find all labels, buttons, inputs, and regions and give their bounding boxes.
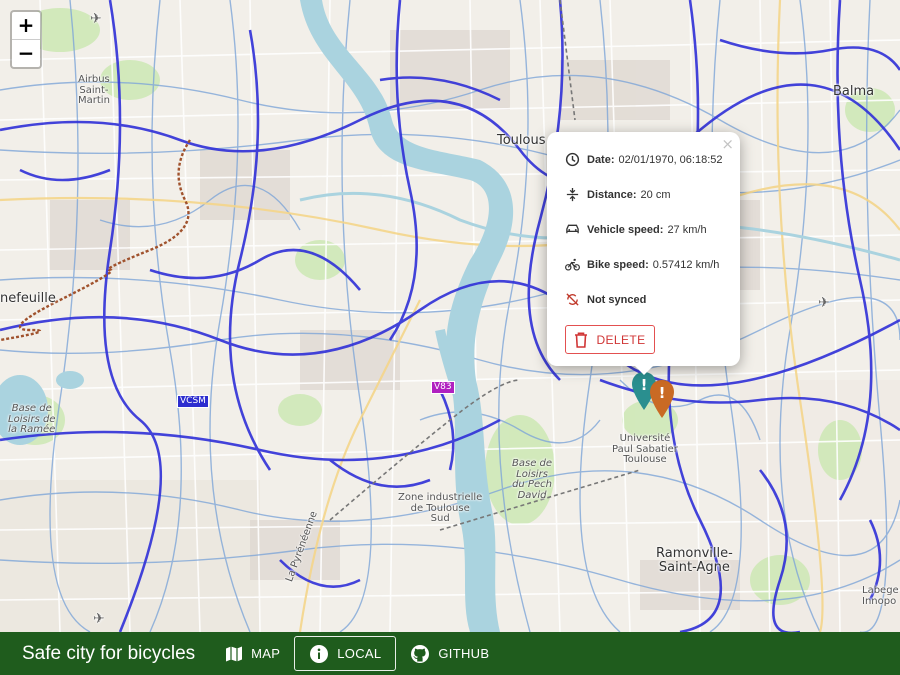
delete-button[interactable]: DELETE (565, 325, 655, 354)
event-popup: × Date: 02/01/1970, 06:18:52 Distance: 2… (547, 132, 740, 375)
vehicle-speed-row: Vehicle speed: 27 km/h (565, 222, 707, 237)
shield-v83: V83 (431, 381, 455, 394)
nav-github-label: GITHUB (438, 646, 490, 661)
delete-label: DELETE (596, 332, 646, 347)
marker-orange-glyph: ! (659, 384, 666, 402)
zoom-in-button[interactable]: + (12, 12, 40, 39)
label-tournefeuille: nefeuille (0, 291, 56, 306)
label-base-ramee: Base de Loisirs de la Ramée (8, 403, 56, 435)
label-balma: Balma (833, 84, 875, 99)
nav-map-button[interactable]: MAP (217, 637, 288, 670)
trash-icon (575, 332, 588, 348)
label-ramonville: Ramonville- Saint-Agne (656, 546, 733, 575)
sync-disabled-icon (566, 293, 579, 306)
vehicle-speed-label: Vehicle speed: (587, 223, 664, 236)
map-view[interactable]: Toulous Balma Airbus Saint- Martin nefeu… (0, 0, 900, 632)
distance-value: 20 cm (640, 188, 671, 201)
marker-teal-glyph: ! (641, 376, 648, 394)
popup-close-button[interactable]: × (721, 135, 734, 153)
distance-label: Distance: (587, 188, 637, 201)
clock-icon (565, 152, 580, 167)
app-title: Safe city for bicycles (22, 642, 196, 664)
bike-speed-row: Bike speed: 0.57412 km/h (565, 257, 719, 272)
car-icon (566, 224, 579, 234)
info-icon (310, 644, 329, 663)
nav-map-label: MAP (251, 646, 281, 661)
marker-orange-icon[interactable]: ! (650, 380, 674, 418)
distance-icon (566, 187, 579, 202)
map-tiles (0, 0, 900, 632)
label-toulouse: Toulous (497, 133, 546, 148)
zoom-out-button[interactable]: − (12, 40, 40, 67)
airport-icon: ✈ (93, 611, 105, 627)
nav-local-label: LOCAL (337, 646, 382, 661)
date-row: Date: 02/01/1970, 06:18:52 (565, 152, 723, 167)
map-icon (226, 646, 243, 661)
shield-vcsm: VCSM (177, 395, 209, 408)
zoom-control: + − (10, 10, 42, 69)
label-zone-industrielle: Zone industrielle de Toulouse Sud (398, 492, 483, 524)
sync-status: Not synced (587, 293, 647, 306)
vehicle-speed-value: 27 km/h (667, 223, 707, 236)
date-value: 02/01/1970, 06:18:52 (618, 153, 723, 166)
date-label: Date: (587, 153, 615, 166)
bike-icon (565, 258, 580, 271)
nav-github-button[interactable]: GITHUB (402, 637, 497, 670)
bike-speed-label: Bike speed: (587, 258, 649, 271)
airport-icon: ✈ (818, 295, 830, 311)
github-icon (411, 644, 430, 663)
sync-row: Not synced (565, 292, 650, 307)
label-airbus: Airbus Saint- Martin (78, 74, 110, 106)
popup-tip (634, 365, 654, 375)
distance-row: Distance: 20 cm (565, 187, 671, 202)
nav-local-button[interactable]: LOCAL (294, 636, 397, 671)
bike-speed-value: 0.57412 km/h (652, 258, 720, 271)
label-base-pech: Base de Loisirs du Pech David (512, 458, 553, 501)
bottom-app-bar: Safe city for bicycles MAP LOCAL GITHUB (0, 632, 900, 675)
airport-icon: ✈ (90, 11, 102, 27)
label-labege: Labege Innopo (862, 585, 899, 607)
label-universite: Université Paul Sabatier Toulouse (612, 433, 678, 465)
